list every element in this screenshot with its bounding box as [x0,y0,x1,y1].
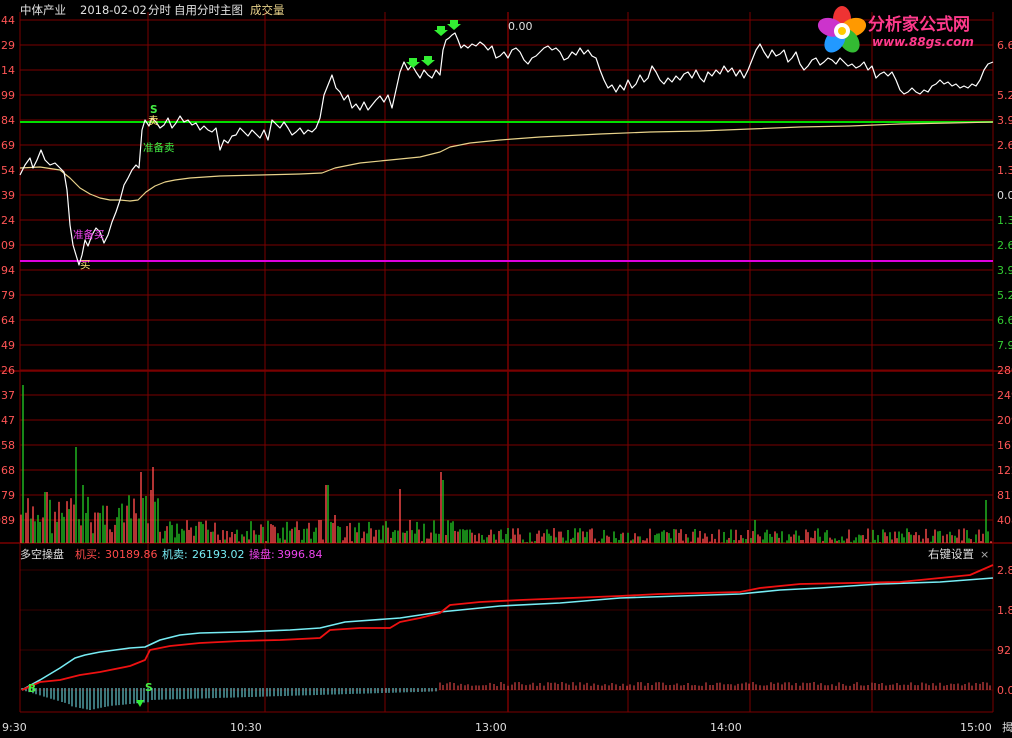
machine-buy-line [21,564,994,691]
prepare-sell-label: 准备卖 [143,142,175,154]
buy-value: 30189.86 [105,548,158,561]
average-price-line [19,121,994,202]
machine-sell-line [21,577,994,691]
down-signal-arrow-icon [136,700,144,707]
buy-label: 机买: [75,548,101,561]
close-icon[interactable]: × [980,548,989,561]
prepare-buy-label: 准备买 [73,229,105,241]
sell-signal-arrow-icon [421,56,435,66]
stock-chart-window: 中体产业 2018-02-02 分时 自用分时主图 成交量 0.00 分析家公式… [0,0,1012,738]
b-mark-bottom: B [28,683,37,695]
indicator-name: 多空操盘 [20,548,64,561]
op-value: 3996.84 [277,548,323,561]
s-mark-top: S [150,104,158,116]
sell-signal-arrow-icon [447,20,461,30]
buy-mark: 买 [80,259,91,271]
time-axis-end-glyph[interactable]: 揭 [1002,721,1012,734]
sell-label: 机卖: [162,548,188,561]
sell-signal-arrow-icon [406,58,420,68]
right-click-settings[interactable]: 右键设置 [928,548,974,561]
indicator-tick-label: 92 [997,644,1011,657]
time-tick-label: 13:00 [475,721,507,734]
sell-mark: 卖 [148,115,159,127]
time-tick-label: 9:30 [2,721,27,734]
indicator-tick-label: 1.8 [997,604,1012,617]
time-tick-label: 10:30 [230,721,262,734]
sell-signal-arrow-icon [434,26,448,36]
indicator-tick-label: 2.8 [997,564,1012,577]
sell-value: 26193.02 [192,548,245,561]
time-tick-label: 14:00 [710,721,742,734]
op-label: 操盘: [249,548,275,561]
indicator-tick-label: 0.0 [997,684,1012,697]
s-mark-bottom: S [145,682,153,694]
time-tick-label: 15:00 [960,721,992,734]
